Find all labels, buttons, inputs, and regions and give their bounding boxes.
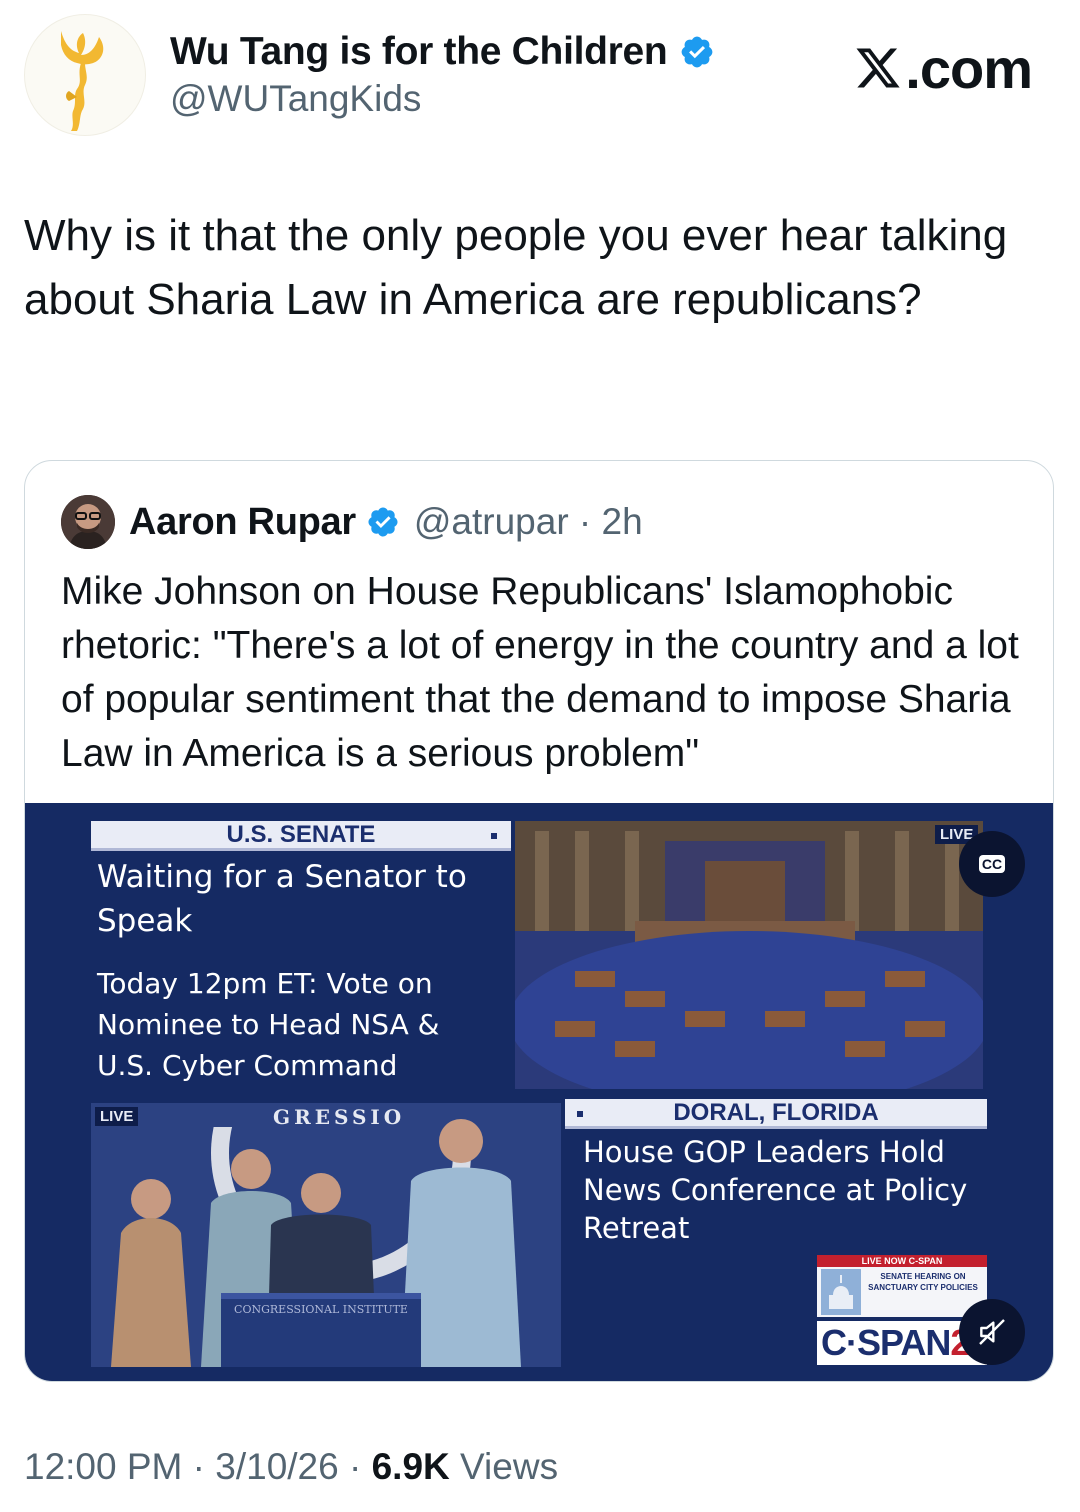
author-name-row: Wu Tang is for the Children <box>170 30 715 74</box>
views-count: 6.9K <box>371 1446 450 1487</box>
quoted-tweet-video[interactable]: U.S. SENATE Waiting for a Senator to Spe… <box>25 803 1053 1381</box>
wu-tang-logo-icon <box>61 31 104 131</box>
senate-status-title: Waiting for a Senator to Speak <box>97 859 467 939</box>
speaker-muted-icon <box>979 1319 1005 1345</box>
seal-text: GRESSIO <box>273 1105 406 1129</box>
quoted-author-avatar[interactable] <box>61 495 115 549</box>
press-conference-image <box>91 1103 561 1367</box>
banner-marker <box>577 1111 583 1117</box>
verified-badge-icon <box>682 36 713 68</box>
verified-badge-icon <box>368 507 398 537</box>
tweet-meta: 12:00 PM · 3/10/26 · 6.9K Views <box>24 1446 559 1487</box>
capitol-thumbnail-icon <box>821 1269 861 1315</box>
tweet-text: Why is it that the only people you ever … <box>24 211 1008 324</box>
doral-event-title: House GOP Leaders Hold News Conference a… <box>583 1135 968 1245</box>
quoted-author-name[interactable]: Aaron Rupar <box>129 501 356 544</box>
views-label: Views <box>460 1446 559 1487</box>
mute-button[interactable] <box>959 1299 1025 1365</box>
senate-banner: U.S. SENATE <box>91 821 511 851</box>
senate-schedule-text: Today 12pm ET: Vote on Nominee to Head N… <box>97 967 440 1082</box>
doral-banner: DORAL, FLORIDA <box>565 1099 987 1129</box>
tweet-date[interactable]: 3/10/26 <box>215 1446 338 1487</box>
cspan-bug: LIVE NOW C-SPAN SENATE HEARING ON SANCTU… <box>817 1255 987 1367</box>
closed-captions-icon: CC <box>978 855 1006 873</box>
senate-chamber-image <box>515 821 983 1089</box>
x-logo-icon <box>856 48 900 88</box>
closed-captions-button[interactable]: CC <box>959 831 1025 897</box>
author-handle[interactable]: @WUTangKids <box>170 78 421 120</box>
author-avatar[interactable] <box>24 14 146 136</box>
x-com-logo: .com <box>853 36 1033 101</box>
quoted-author-handle[interactable]: @atrupar · 2h <box>414 501 643 543</box>
quoted-tweet[interactable]: Aaron Rupar @atrupar · 2h Mike Johnson o… <box>24 460 1054 1382</box>
quoted-tweet-age: 2h <box>601 501 643 542</box>
quoted-tweet-header: Aaron Rupar @atrupar · 2h <box>61 495 643 549</box>
tweet-time[interactable]: 12:00 PM <box>24 1446 182 1487</box>
avatar-photo-icon <box>61 495 115 549</box>
cspan-program-card: SENATE HEARING ON SANCTUARY CITY POLICIE… <box>817 1267 987 1317</box>
senate-chamber-scene <box>515 821 983 1089</box>
quoted-tweet-text: Mike Johnson on House Republicans' Islam… <box>61 570 1019 775</box>
podium-text: CONGRESSIONAL INSTITUTE <box>234 1303 408 1316</box>
press-conference-scene <box>91 1103 561 1367</box>
site-label: .com <box>905 37 1033 100</box>
cspan-live-label: LIVE NOW C-SPAN <box>817 1255 987 1267</box>
author-display-name[interactable]: Wu Tang is for the Children <box>170 30 668 74</box>
banner-marker <box>491 833 497 839</box>
cspan-program-title: SENATE HEARING ON SANCTUARY CITY POLICIE… <box>868 1272 978 1292</box>
tweet-header: Wu Tang is for the Children @WUTangKids … <box>24 14 1056 138</box>
live-badge-bottom: LIVE <box>95 1107 139 1126</box>
